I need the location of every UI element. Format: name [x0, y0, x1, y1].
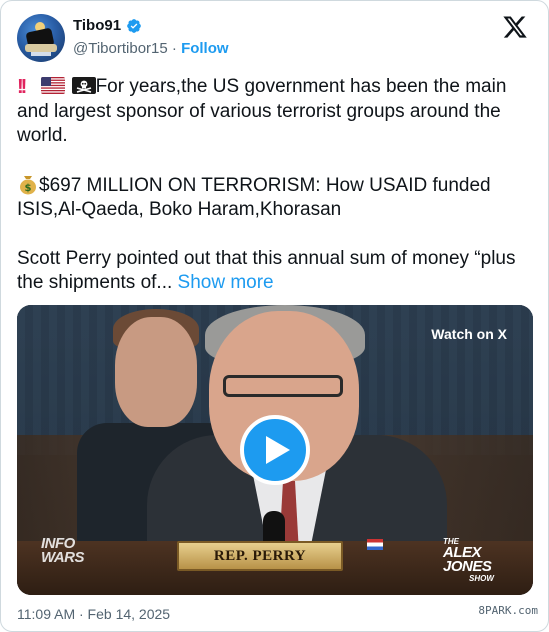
tweet-text: !! For years,the US government has been … — [17, 75, 535, 296]
tweet-paragraph-2: $ $697 MILLION ON TERRORISM: How USAID f… — [17, 173, 535, 223]
play-icon — [266, 436, 290, 464]
nameplate: REP. PERRY — [177, 541, 343, 571]
follow-button[interactable]: Follow — [181, 40, 229, 57]
author-name-text[interactable]: Tibo91 — [73, 16, 121, 36]
tweet-card[interactable]: Tibo91 @Tibortibor15 · Follow !! For yea… — [0, 0, 549, 632]
show-more-link[interactable]: Show more — [178, 272, 274, 293]
infowars-logo: INFO WARS — [41, 536, 95, 579]
tweet-header: Tibo91 @Tibortibor15 · Follow — [17, 14, 532, 64]
video-person-background-head — [115, 317, 197, 427]
author-avatar[interactable] — [17, 14, 65, 62]
tweet-timestamp[interactable]: 11:09 AM · Feb 14, 2025 — [17, 605, 170, 623]
site-watermark: 8PARK.com — [478, 604, 538, 617]
watch-on-x-link[interactable]: Watch on X — [431, 325, 507, 343]
infowars-logo-line-2: WARS — [41, 549, 85, 566]
alex-jones-show-logo: THE ALEX JONES SHOW — [443, 537, 513, 583]
author-handle-row: @Tibortibor15 · Follow — [73, 39, 229, 59]
tweet-paragraph-3: Scott Perry pointed out that this annual… — [17, 247, 535, 296]
video-speaker-glasses — [223, 375, 343, 397]
separator-dot: · — [171, 40, 177, 57]
tweet-paragraph-1: !! For years,the US government has been … — [17, 75, 535, 149]
video-player[interactable]: REP. PERRY INFO WARS THE ALEX JONES SHOW… — [17, 305, 533, 595]
pirate-flag-icon — [71, 77, 96, 94]
author-info: Tibo91 @Tibortibor15 · Follow — [73, 16, 229, 59]
show-logo-line-3: SHOW — [469, 574, 494, 583]
author-display-name[interactable]: Tibo91 — [73, 16, 142, 36]
double-exclamation-icon: !! — [17, 76, 27, 98]
money-bag-icon: $ — [20, 175, 36, 194]
play-button[interactable] — [240, 415, 310, 485]
us-flag-icon — [41, 77, 66, 94]
flag-pin — [367, 539, 383, 550]
tweet-paragraph-2-text: $697 MILLION ON TERRORISM: How USAID fun… — [17, 174, 491, 221]
show-logo-line-2: JONES — [443, 558, 492, 575]
verified-badge-icon — [127, 19, 141, 33]
author-handle[interactable]: @Tibortibor15 — [73, 40, 168, 57]
x-logo-icon[interactable] — [502, 14, 528, 40]
svg-text:$: $ — [25, 183, 32, 194]
